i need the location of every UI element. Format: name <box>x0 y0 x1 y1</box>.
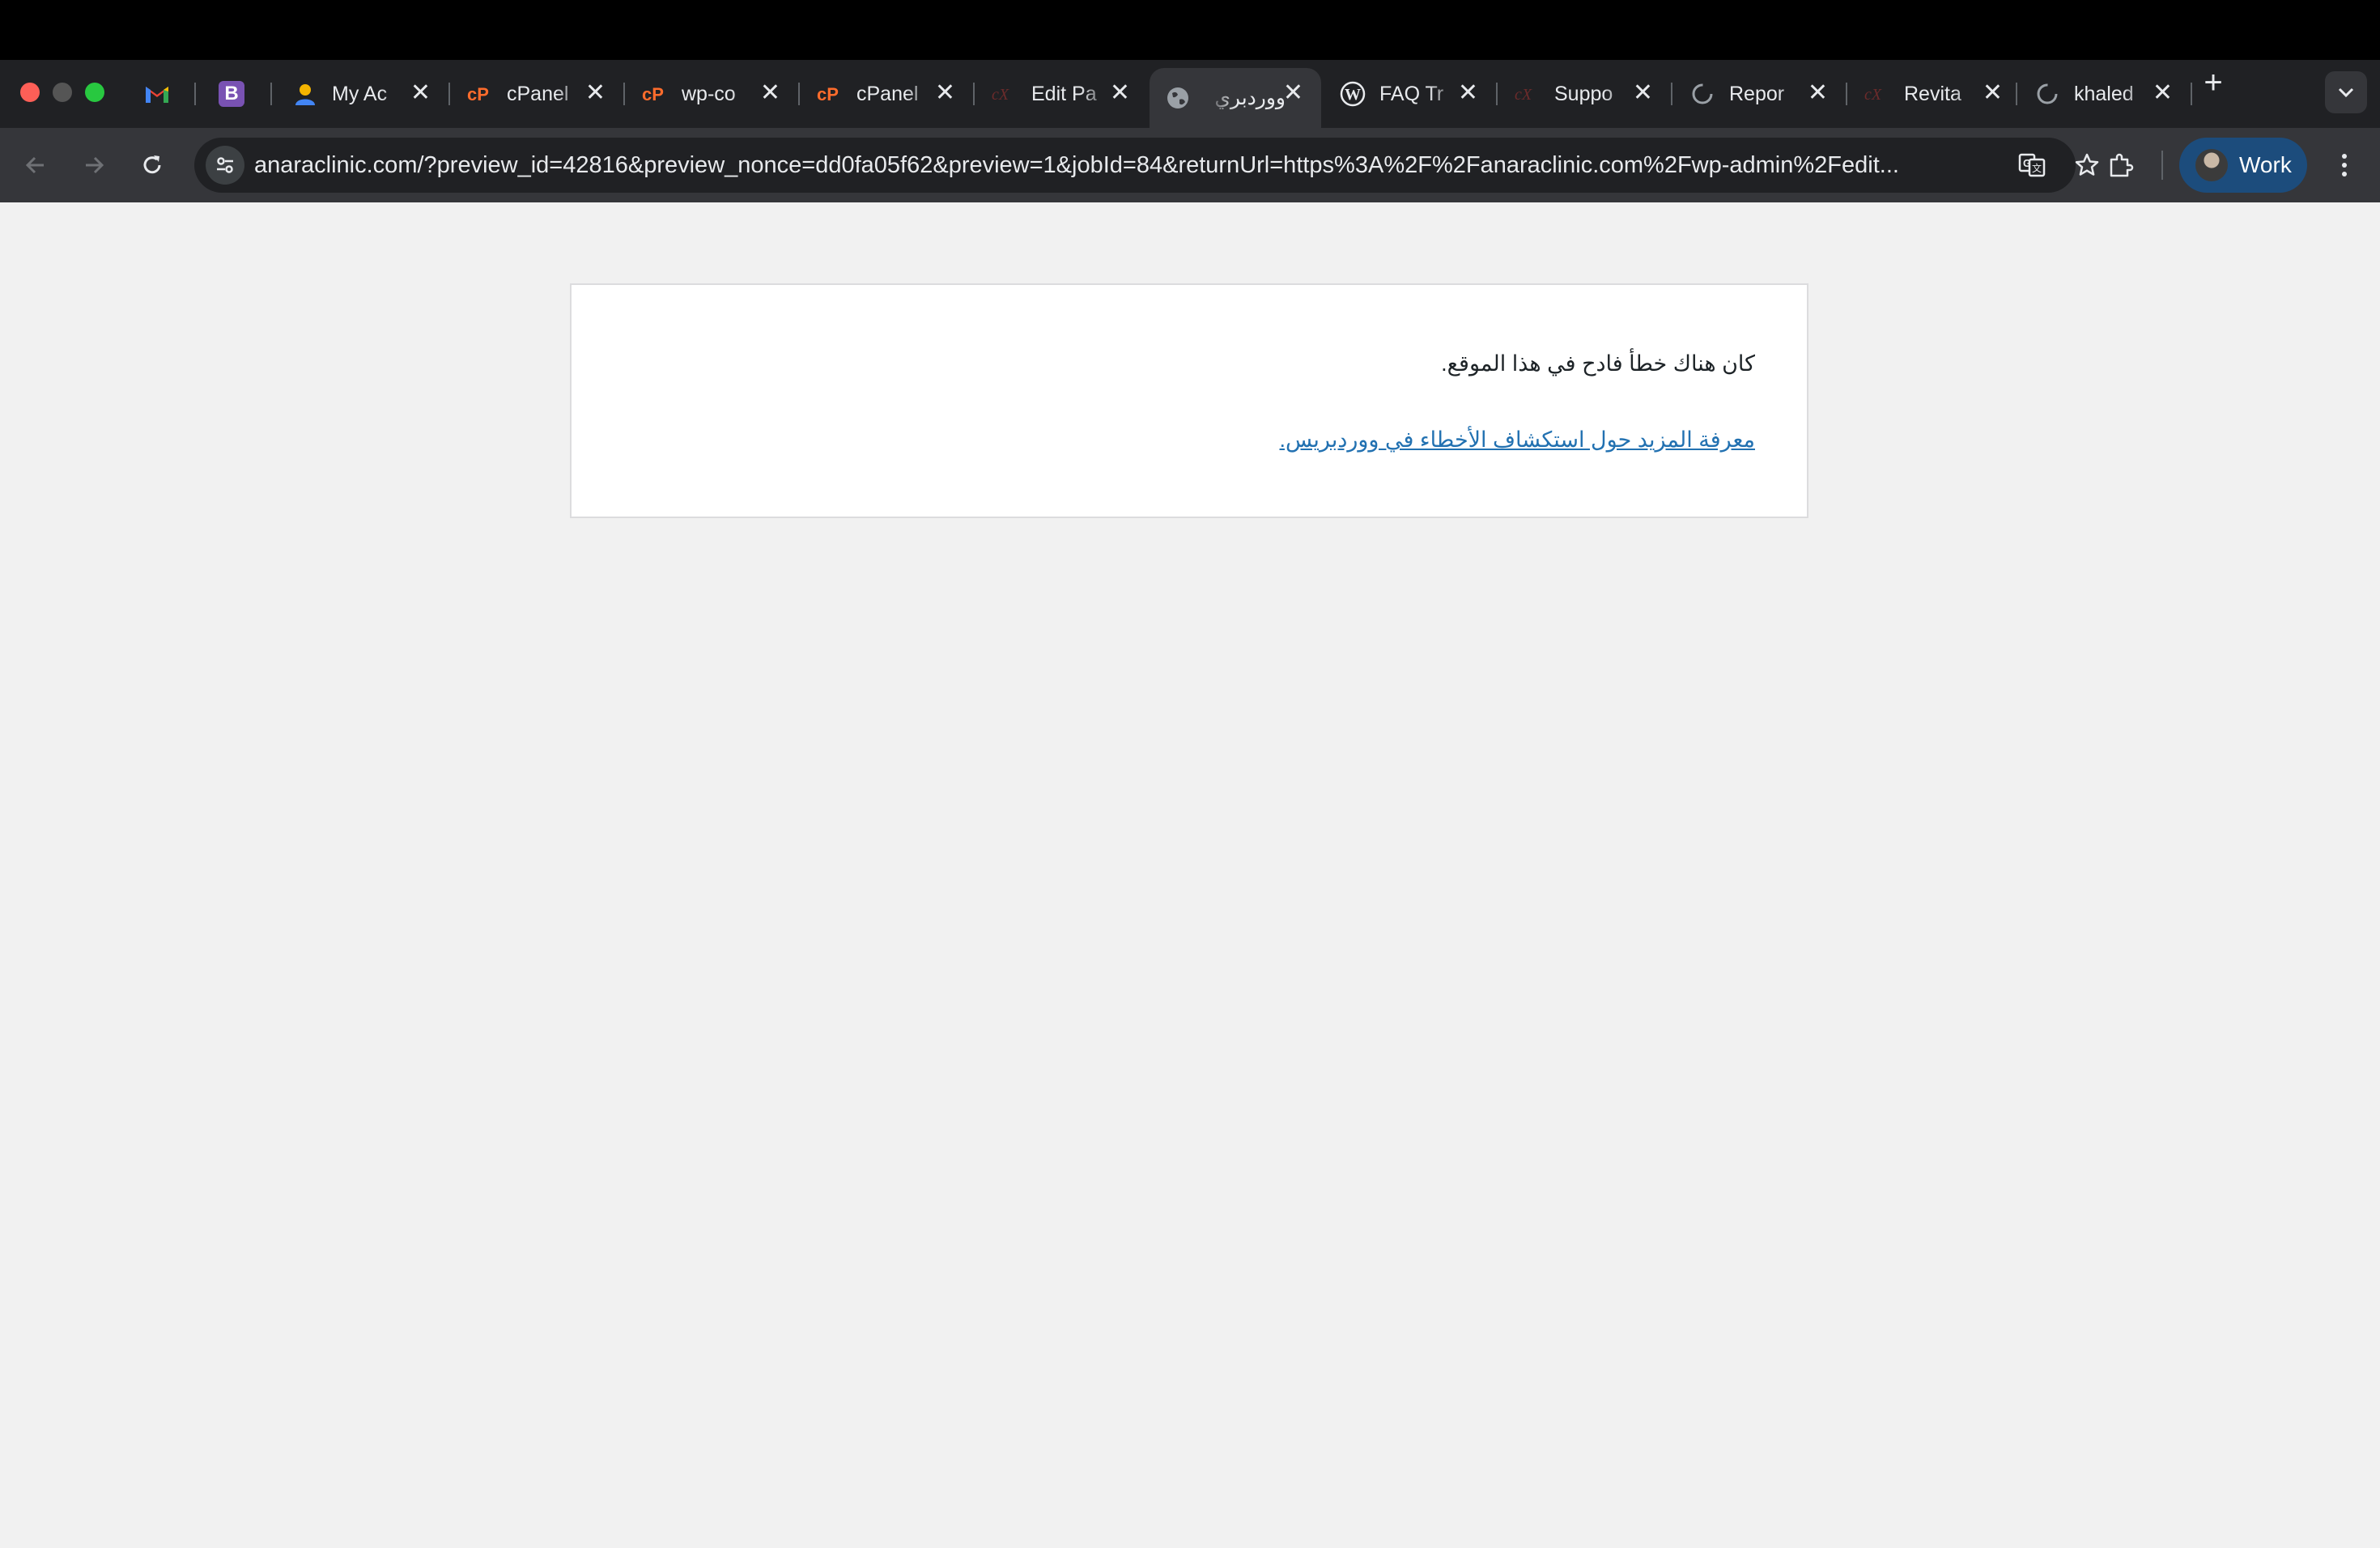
svg-text:cX: cX <box>1864 86 1882 104</box>
tab-separator <box>2191 83 2192 105</box>
globe-icon <box>1164 84 1192 112</box>
cpanel-icon: cP <box>641 80 669 108</box>
tab-separator <box>798 83 800 105</box>
cpanel-icon: cP <box>816 80 844 108</box>
tab-separator <box>623 83 625 105</box>
tab-separator <box>1496 83 1498 105</box>
svg-text:cX: cX <box>992 86 1009 104</box>
profile-button[interactable]: Work <box>2179 138 2307 193</box>
close-tab-button[interactable]: ✕ <box>1983 79 2003 107</box>
close-tab-button[interactable]: ✕ <box>585 79 606 107</box>
tab-separator <box>270 83 272 105</box>
svg-text:cP: cP <box>467 84 489 104</box>
minimize-window-button[interactable] <box>53 83 72 102</box>
toolbar-separator <box>2161 151 2163 180</box>
bootstrap-icon: B <box>219 81 244 107</box>
user-icon <box>291 80 319 108</box>
reload-icon <box>143 155 161 174</box>
svg-text:W: W <box>1345 86 1361 104</box>
tab-separator <box>1846 83 1847 105</box>
tab-cpanel-2[interactable]: cP cPanel ✕ <box>801 68 973 120</box>
tab-wordpress-error[interactable]: ووردبري ✕ <box>1150 68 1321 128</box>
tab-support[interactable]: cX Suppo ✕ <box>1499 68 1671 120</box>
loading-icon <box>2034 80 2061 108</box>
troubleshooting-link[interactable]: معرفة المزيد حول استكشاف الأخطاء في وورد… <box>1279 427 1755 453</box>
url-text[interactable]: anaraclinic.com/?preview_id=42816&previe… <box>254 138 1938 193</box>
site-info-button[interactable] <box>206 146 244 185</box>
arrow-right-icon <box>86 156 104 174</box>
close-tab-button[interactable]: ✕ <box>2153 79 2173 107</box>
close-tab-button[interactable]: ✕ <box>1458 79 1478 107</box>
tab-separator <box>2016 83 2017 105</box>
gmail-icon <box>146 87 168 103</box>
tab-edit-page[interactable]: cX Edit Pa ✕ <box>976 68 1148 120</box>
svg-text:cX: cX <box>1515 86 1532 104</box>
tab-my-account[interactable]: My Ac ✕ <box>277 68 448 120</box>
avatar <box>2195 149 2228 181</box>
tune-icon <box>217 157 233 173</box>
close-tab-button[interactable]: ✕ <box>1283 79 1303 107</box>
reload-button[interactable] <box>133 146 172 185</box>
close-tab-button[interactable]: ✕ <box>935 79 955 107</box>
pinned-tab-bootstrap[interactable]: B <box>206 68 257 120</box>
svg-text:cP: cP <box>817 84 839 104</box>
translate-icon: G文 <box>2018 153 2046 177</box>
tab-separator <box>194 83 196 105</box>
browser-toolbar: anaraclinic.com/?preview_id=42816&previe… <box>0 128 2380 202</box>
translate-button[interactable]: G文 <box>2014 147 2050 183</box>
tab-search-button[interactable] <box>2325 71 2367 113</box>
loading-icon <box>1689 80 1716 108</box>
pinned-tab-gmail[interactable] <box>131 68 183 120</box>
browser-menu-button[interactable] <box>2323 144 2365 186</box>
tab-separator <box>973 83 975 105</box>
tab-cpanel-1[interactable]: cP cPanel ✕ <box>452 68 623 120</box>
maximize-window-button[interactable] <box>85 83 104 102</box>
forward-button[interactable] <box>74 146 113 185</box>
tab-khaled[interactable]: khaled ✕ <box>2019 68 2191 120</box>
tab-revital[interactable]: cX Revita ✕ <box>1849 68 2021 120</box>
tab-report[interactable]: Repor ✕ <box>1674 68 1846 120</box>
cx-icon: cX <box>1514 80 1541 108</box>
close-tab-button[interactable]: ✕ <box>1110 79 1130 107</box>
svg-text:cP: cP <box>642 84 664 104</box>
tab-separator <box>448 83 450 105</box>
wp-die-message-box: كان هناك خطأ فادح في هذا الموقع. معرفة ا… <box>570 283 1808 518</box>
wordpress-icon: W <box>1339 80 1366 108</box>
more-vertical-icon <box>2342 154 2347 176</box>
menu-bar-strip <box>0 0 2380 60</box>
close-window-button[interactable] <box>20 83 40 102</box>
back-button[interactable] <box>16 146 55 185</box>
close-tab-button[interactable]: ✕ <box>1808 79 1828 107</box>
arrow-left-icon <box>25 156 44 174</box>
close-tab-button[interactable]: ✕ <box>760 79 780 107</box>
star-icon <box>2075 153 2099 176</box>
tab-separator <box>1671 83 1672 105</box>
error-message: كان هناك خطأ فادح في هذا الموقع. <box>1441 351 1755 376</box>
puzzle-icon <box>2110 153 2134 177</box>
close-tab-button[interactable]: ✕ <box>1633 79 1653 107</box>
cx-icon: cX <box>991 80 1018 108</box>
new-tab-button[interactable]: + <box>2195 65 2231 100</box>
tab-strip: B My Ac ✕ cP cPanel ✕ cP wp-co ✕ cP cPan… <box>0 60 2380 128</box>
close-tab-button[interactable]: ✕ <box>410 79 431 107</box>
chevron-down-icon <box>2338 87 2354 98</box>
tab-faq[interactable]: W FAQ Tr ✕ <box>1324 68 1496 120</box>
cpanel-icon: cP <box>466 80 494 108</box>
cx-icon: cX <box>1864 80 1891 108</box>
svg-text:文: 文 <box>2032 162 2042 174</box>
address-bar[interactable]: anaraclinic.com/?preview_id=42816&previe… <box>194 138 2099 193</box>
tab-wp-config[interactable]: cP wp-co ✕ <box>627 68 798 120</box>
extensions-button[interactable] <box>2100 144 2142 186</box>
